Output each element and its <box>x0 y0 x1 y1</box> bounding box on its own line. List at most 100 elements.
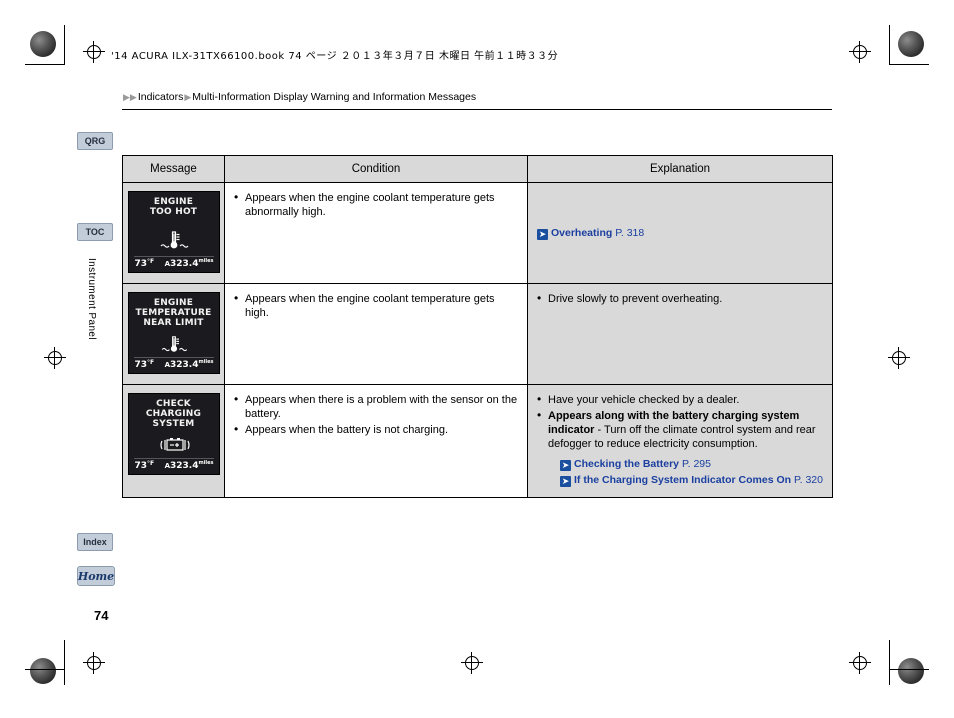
sidebar-tab-home[interactable]: Home <box>77 566 115 586</box>
cluster-message-text: CHECK CHARGING SYSTEM <box>129 394 219 429</box>
instrument-cluster-display: ENGINE TEMPERATURE NEAR LIMIT 73°F A323.… <box>127 292 220 374</box>
print-header-line: '14 ACURA ILX-31TX66100.book 74 ページ ２０１３… <box>111 51 559 62</box>
frame-line-left-h-bottom <box>25 669 65 670</box>
breadcrumb-arrow-2: ▶ <box>184 92 192 102</box>
cluster-message-text: ENGINE TEMPERATURE NEAR LIMIT <box>129 293 219 328</box>
cell-condition: Appears when there is a problem with the… <box>224 384 528 498</box>
reference-page: P. 295 <box>681 458 711 470</box>
cluster-temp-value: 73 <box>134 360 148 370</box>
crop-mark-mid-right <box>888 347 910 369</box>
frame-line-left-h <box>25 64 65 65</box>
cross-reference[interactable]: ➤ Overheating P. 318 <box>537 227 824 240</box>
crop-mark-bottom-center <box>461 652 483 674</box>
cluster-message-line: NEAR LIMIT <box>143 318 204 328</box>
cell-message: ENGINE TEMPERATURE NEAR LIMIT 73°F A323.… <box>122 283 225 385</box>
sidebar-tab-toc[interactable]: TOC <box>77 223 113 241</box>
cluster-bottom-row: 73°F A323.4miles <box>129 457 219 471</box>
coolant-temperature-icon <box>129 230 219 252</box>
cluster-message-line: CHECK <box>156 399 191 409</box>
frame-line-right-h <box>889 64 929 65</box>
table-header-row: Message Condition Explanation <box>122 155 833 183</box>
cluster-message-line: SYSTEM <box>152 419 195 429</box>
table-row: ENGINE TOO HOT 73°F A323.4miles • Appear… <box>122 182 833 284</box>
cell-message: ENGINE TOO HOT 73°F A323.4miles <box>122 182 225 284</box>
cluster-odometer: A323.4miles <box>165 460 214 471</box>
breadcrumb: ▶▶Indicators▶Multi-Information Display W… <box>122 91 476 103</box>
crop-mark-bottom-right <box>849 652 871 674</box>
reference-arrow-icon: ➤ <box>537 229 548 240</box>
cross-reference[interactable]: ➤ Checking the Battery P. 295 <box>560 457 824 471</box>
reference-link[interactable]: Checking the Battery <box>574 458 679 470</box>
cell-explanation: Drive slowly to prevent overheating. <box>527 283 833 385</box>
frame-line-top-left-v <box>64 25 65 64</box>
cluster-message-line: TOO HOT <box>149 207 198 217</box>
cluster-odo-value: 323.4 <box>170 360 199 370</box>
cluster-message-line: TEMPERATURE <box>135 308 212 318</box>
registration-mark-bottom-right <box>898 658 924 684</box>
cluster-temp-unit: °F <box>147 258 155 265</box>
header-rule <box>122 109 832 110</box>
cluster-temp-unit: °F <box>147 460 155 467</box>
list-item: Appears when there is a problem with the… <box>234 392 519 421</box>
cluster-odometer: A323.4miles <box>165 258 214 269</box>
frame-line-right-h-bottom <box>889 669 929 670</box>
section-side-label: Instrument Panel <box>86 258 97 340</box>
cluster-message-line: ENGINE <box>153 197 194 207</box>
reference-link[interactable]: If the Charging System Indicator Comes O… <box>574 474 791 486</box>
crop-mark-top-right <box>849 41 871 63</box>
reference-link[interactable]: Overheating <box>551 227 612 239</box>
cluster-odo-value: 323.4 <box>170 461 199 471</box>
instrument-cluster-display: CHECK CHARGING SYSTEM 73°F A323.4miles <box>127 393 220 475</box>
cross-reference[interactable]: ➤ If the Charging System Indicator Comes … <box>560 473 824 487</box>
list-item: Appears when the engine coolant temperat… <box>234 291 519 320</box>
cluster-message-line: ENGINE <box>153 298 194 308</box>
cluster-temp-value: 73 <box>134 259 148 269</box>
cell-explanation: Have your vehicle checked by a dealer. A… <box>527 384 833 498</box>
cluster-message-text: ENGINE TOO HOT <box>129 192 219 217</box>
list-item: Appears when the battery is not charging… <box>234 422 519 437</box>
reference-page: P. 318 <box>615 227 645 239</box>
breadcrumb-item-indicators: Indicators <box>137 91 184 103</box>
breadcrumb-arrow-1: ▶▶ <box>123 92 137 102</box>
list-item: Drive slowly to prevent overheating. <box>537 291 824 306</box>
sidebar-tab-index[interactable]: Index <box>77 533 113 551</box>
cluster-bottom-row: 73°F A323.4miles <box>129 255 219 269</box>
cluster-odo-unit: miles <box>198 359 214 365</box>
cell-condition: Appears when the engine coolant temperat… <box>224 283 528 385</box>
home-label: Home <box>77 569 115 583</box>
frame-line-bottom-left-v <box>64 640 65 685</box>
instrument-cluster-display: ENGINE TOO HOT 73°F A323.4miles <box>127 191 220 273</box>
cell-message: CHECK CHARGING SYSTEM 73°F A323.4miles <box>122 384 225 498</box>
frame-line-bottom-right-v <box>889 640 890 685</box>
breadcrumb-item-current: Multi-Information Display Warning and In… <box>192 91 477 103</box>
cluster-temperature: 73°F <box>135 359 155 370</box>
warning-messages-table: Message Condition Explanation ENGINE TOO… <box>122 155 833 498</box>
reference-arrow-icon: ➤ <box>560 476 571 487</box>
registration-mark-far-top-right <box>898 31 924 57</box>
registration-mark-bottom-left <box>30 658 56 684</box>
reference-arrow-icon: ➤ <box>560 460 571 471</box>
cell-condition: Appears when the engine coolant temperat… <box>224 182 528 284</box>
cluster-bottom-row: 73°F A323.4miles <box>129 356 219 370</box>
cell-explanation: ➤ Overheating P. 318 <box>527 182 833 284</box>
column-header-condition: Condition <box>224 155 528 183</box>
crop-mark-top-left <box>83 41 105 63</box>
cluster-temp-value: 73 <box>134 461 148 471</box>
crop-mark-bottom-left <box>83 652 105 674</box>
table-row: ENGINE TEMPERATURE NEAR LIMIT 73°F A323.… <box>122 283 833 385</box>
frame-line-top-right-v <box>889 25 890 64</box>
battery-icon <box>129 436 219 458</box>
reference-page: P. 320 <box>793 474 823 486</box>
table-row: CHECK CHARGING SYSTEM 73°F A323.4miles •… <box>122 384 833 498</box>
sidebar-tab-qrg[interactable]: QRG <box>77 132 113 150</box>
coolant-temperature-icon <box>129 335 219 357</box>
cluster-temperature: 73°F <box>135 258 155 269</box>
cluster-message-line: CHARGING <box>145 409 202 419</box>
list-item: Appears when the engine coolant temperat… <box>234 190 519 219</box>
cluster-odo-unit: miles <box>198 460 214 466</box>
page-number: 74 <box>94 608 109 623</box>
registration-mark-top-left <box>30 31 56 57</box>
list-item: Appears along with the battery charging … <box>537 408 824 487</box>
cluster-temp-unit: °F <box>147 359 155 366</box>
list-item: Have your vehicle checked by a dealer. <box>537 392 824 407</box>
